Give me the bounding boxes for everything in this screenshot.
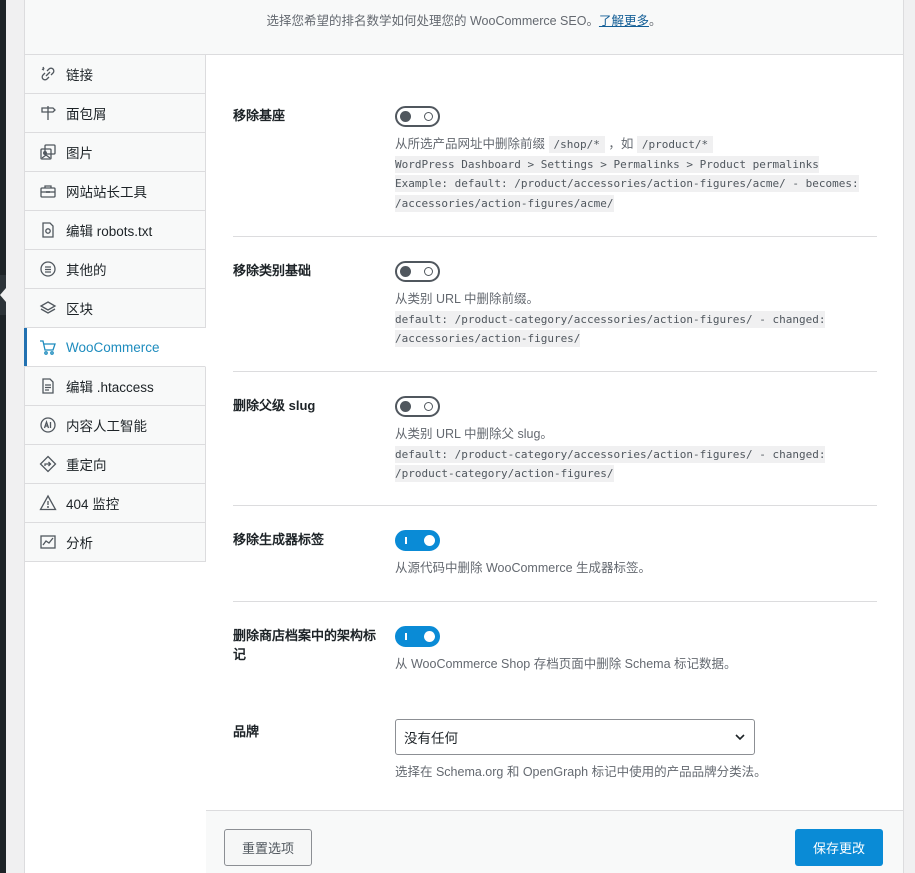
admin-menu-arrow-icon: [0, 288, 6, 302]
setting-description: 选择在 Schema.org 和 OpenGraph 标记中使用的产品品牌分类法…: [395, 765, 767, 779]
brand-select-value: 没有任何: [404, 731, 458, 746]
sidebar-item-blocks[interactable]: 区块: [25, 289, 205, 328]
sidebar-item-404-monitor[interactable]: 404 监控: [25, 484, 205, 523]
desc-text: ，如: [608, 137, 634, 151]
sidebar-item-analytics[interactable]: 分析: [25, 523, 205, 562]
setting-label: 移除生成器标签: [233, 532, 325, 547]
sidebar-item-label: 编辑 .htaccess: [66, 380, 154, 395]
wp-admin-menu-edge: [0, 0, 6, 873]
sidebar-item-misc[interactable]: 其他的: [25, 250, 205, 289]
blocks-icon: [39, 299, 57, 317]
header-tail: 。: [648, 14, 662, 28]
sidebar-item-robots[interactable]: 编辑 robots.txt: [25, 211, 205, 250]
brand-select[interactable]: 没有任何: [395, 719, 755, 755]
settings-content: 移除基座 从所选产品网址中删除前缀 /shop/* ，如 /product/* …: [206, 55, 903, 810]
reset-options-button[interactable]: 重置选项: [224, 829, 312, 866]
setting-label: 移除基座: [233, 108, 286, 123]
htaccess-file-icon: [39, 377, 57, 395]
sidebar-item-label: WooCommerce: [66, 339, 160, 355]
desc-code: /shop/*: [548, 136, 605, 153]
remove-parent-slug-toggle[interactable]: [395, 396, 440, 417]
sidebar-item-label: 404 监控: [66, 497, 120, 512]
sidebar-item-htaccess[interactable]: 编辑 .htaccess: [25, 367, 205, 406]
toolbox-icon: [39, 182, 57, 200]
desc-text: 从所选产品网址中删除前缀: [395, 137, 546, 151]
analytics-icon: [39, 533, 57, 551]
setting-field: 没有任何 选择在 Schema.org 和 OpenGraph 标记中使用的产品…: [395, 719, 877, 783]
panel-footer: 重置选项 保存更改: [206, 810, 903, 873]
setting-field: 从类别 URL 中删除前缀。 default: /product-categor…: [395, 261, 877, 349]
desc-code-path: WordPress Dashboard > Settings > Permali…: [395, 155, 819, 173]
remove-schema-toggle[interactable]: [395, 626, 440, 647]
page-background-edge: [904, 0, 915, 873]
redirect-icon: [39, 455, 57, 473]
panel-header: 选择您希望的排名数学如何处理您的 WooCommerce SEO。了解更多。: [25, 0, 903, 55]
sidebar-item-label: 分析: [66, 536, 93, 551]
desc-code: /product-category/action-figures/: [395, 465, 614, 482]
sidebar-item-label: 网站站长工具: [66, 185, 147, 200]
setting-description: 从源代码中删除 WooCommerce 生成器标签。: [395, 561, 652, 575]
setting-field: 从 WooCommerce Shop 存档页面中删除 Schema 标记数据。: [395, 626, 877, 675]
sidebar-item-images[interactable]: 图片: [25, 133, 205, 172]
sidebar-item-webmaster-tools[interactable]: 网站站长工具: [25, 172, 205, 211]
warning-icon: [39, 494, 57, 512]
setting-description: 从类别 URL 中删除父 slug。 default: /product-cat…: [395, 425, 877, 484]
setting-row-remove-schema: 删除商店档案中的架构标记 从 WooCommerce Shop 存档页面中删除 …: [233, 602, 877, 698]
settings-panel: 选择您希望的排名数学如何处理您的 WooCommerce SEO。了解更多。 链…: [24, 0, 904, 873]
sidebar-item-label: 重定向: [66, 458, 107, 473]
setting-row-remove-base: 移除基座 从所选产品网址中删除前缀 /shop/* ，如 /product/* …: [233, 55, 877, 237]
setting-label: 删除父级 slug: [233, 398, 316, 413]
setting-label: 移除类别基础: [233, 263, 312, 278]
desc-text: 从类别 URL 中删除父 slug。: [395, 427, 553, 441]
setting-field: 从类别 URL 中删除父 slug。 default: /product-cat…: [395, 396, 877, 484]
setting-row-remove-parent-slug: 删除父级 slug 从类别 URL 中删除父 slug。 default: /p…: [233, 372, 877, 506]
sidebar-item-links[interactable]: 链接: [25, 55, 205, 94]
desc-code: default: /product-category/accessories/a…: [395, 445, 826, 463]
remove-category-base-toggle[interactable]: [395, 261, 440, 282]
desc-code: default: /product-category/accessories/a…: [395, 310, 826, 328]
learn-more-link[interactable]: 了解更多: [599, 14, 649, 28]
setting-description: 从所选产品网址中删除前缀 /shop/* ，如 /product/* WordP…: [395, 135, 877, 213]
setting-field: 从所选产品网址中删除前缀 /shop/* ，如 /product/* WordP…: [395, 106, 877, 213]
desc-code-example: /accessories/action-figures/acme/: [395, 194, 614, 212]
misc-list-icon: [39, 260, 57, 278]
remove-generator-toggle[interactable]: [395, 530, 440, 551]
sidebar-item-woocommerce[interactable]: WooCommerce: [24, 328, 206, 367]
desc-code: /product/*: [636, 136, 714, 153]
desc-text: 从类别 URL 中删除前缀。: [395, 292, 539, 306]
sidebar-item-label: 其他的: [66, 263, 107, 278]
sidebar-item-label: 编辑 robots.txt: [66, 224, 153, 239]
setting-field: 从源代码中删除 WooCommerce 生成器标签。: [395, 530, 877, 579]
sidebar-item-label: 面包屑: [66, 107, 107, 122]
setting-row-remove-generator: 移除生成器标签 从源代码中删除 WooCommerce 生成器标签。: [233, 506, 877, 602]
remove-base-toggle[interactable]: [395, 106, 440, 127]
sidebar-item-label: 区块: [66, 302, 93, 317]
chevron-down-icon: [734, 731, 746, 743]
desc-code: /accessories/action-figures/: [395, 330, 581, 347]
link-icon: [39, 65, 57, 83]
setting-row-remove-category-base: 移除类别基础 从类别 URL 中删除前缀。 default: /product-…: [233, 237, 877, 372]
signpost-icon: [39, 104, 57, 122]
images-icon: [39, 143, 57, 161]
setting-description: 从类别 URL 中删除前缀。 default: /product-categor…: [395, 290, 877, 349]
setting-row-brand: 品牌 没有任何 选择在 Schema.org 和 OpenGraph 标记中使用…: [233, 698, 877, 808]
setting-description: 从 WooCommerce Shop 存档页面中删除 Schema 标记数据。: [395, 657, 737, 671]
sidebar-item-label: 图片: [66, 146, 93, 161]
sidebar-item-redirections[interactable]: 重定向: [25, 445, 205, 484]
sidebar-item-label: 内容人工智能: [66, 419, 147, 434]
cart-icon: [39, 338, 57, 356]
save-changes-button[interactable]: 保存更改: [795, 829, 883, 866]
setting-label: 品牌: [233, 724, 260, 739]
sidebar-item-content-ai[interactable]: 内容人工智能: [25, 406, 205, 445]
desc-code-example: Example: default: /product/accessories/a…: [395, 175, 859, 192]
sidebar-item-breadcrumbs[interactable]: 面包屑: [25, 94, 205, 133]
header-description: 选择您希望的排名数学如何处理您的 WooCommerce SEO。: [266, 14, 599, 28]
robots-file-icon: [39, 221, 57, 239]
setting-label: 删除商店档案中的架构标记: [233, 628, 377, 662]
settings-sidebar: 链接 面包屑 图片 网站站长工具 编辑 robots.txt 其他的 区块 Wo…: [24, 55, 206, 562]
ai-icon: [39, 416, 57, 434]
sidebar-item-label: 链接: [66, 68, 93, 83]
